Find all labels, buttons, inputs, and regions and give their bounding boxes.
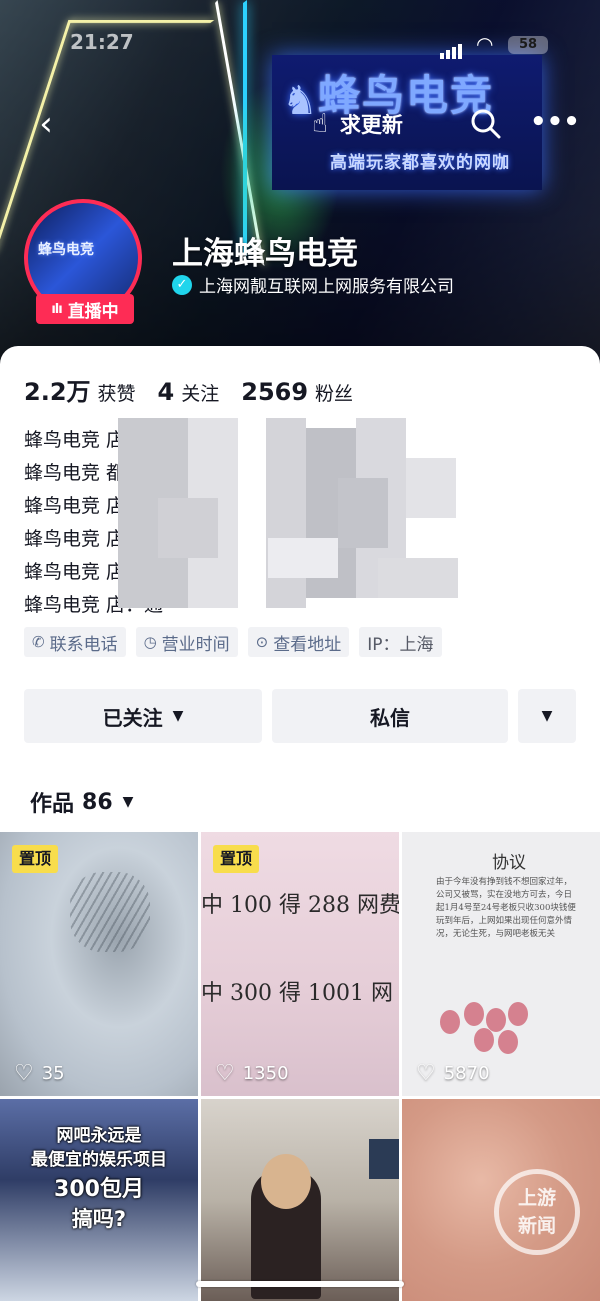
fingerprint-mark [508,1002,528,1026]
video-likes: ♡ 5870 [416,1061,490,1086]
works-tab[interactable]: 作品 86 ▼ [30,786,133,818]
video-thumbnail[interactable] [201,1099,399,1301]
caret-down-icon: ▼ [541,708,553,724]
verified-check-icon: ✓ [172,274,192,295]
thumbnail-image [70,872,150,952]
contact-phone-tag[interactable]: ✆ 联系电话 [24,627,126,657]
video-likes-count: 1350 [242,1063,289,1084]
pinned-badge: 置顶 [213,845,260,873]
watermark-text: 新闻 [517,1215,556,1237]
person-head-image [261,1154,311,1209]
video-thumbnail[interactable]: 网吧永远是 最便宜的娱乐项目 300包月 搞吗? [0,1099,198,1301]
video-thumbnail[interactable]: 中 100 得 288 网费 中 300 得 1001 网 置顶 ♡ 1350 [201,832,399,1096]
thumbnail-text: 中 300 得 1001 网 [201,981,393,1006]
source-watermark: 上游 新闻 [494,1169,580,1255]
watermark-text: 上游 [517,1187,556,1209]
following-label: 已关注 [102,705,163,730]
business-hours-label: 营业时间 [161,634,230,655]
document-body: 由于今年没有挣到钱不想回家过年，公司又被骂，实在没地方可去，今日起1月4号至24… [436,877,576,939]
stats-row: 2.2万 获赞 4 关注 2569 粉丝 [24,372,375,407]
pixelation-mosaic [118,418,458,608]
fingerprint-mark [464,1002,484,1026]
following-button[interactable]: 已关注 ▼ [24,689,262,743]
business-hours-tag[interactable]: ◷ 营业时间 [135,627,238,657]
caret-down-icon: ▼ [172,708,184,724]
ip-location-label: IP：上海 [367,634,434,655]
phone-icon: ✆ [32,633,45,651]
clock-icon: ◷ [143,633,157,651]
video-likes: ♡ 1350 [215,1061,289,1086]
action-buttons: 已关注 ▼ 私信 ▼ [24,689,576,743]
live-bars-icon: ılı [51,301,62,317]
contact-phone-label: 联系电话 [49,634,118,655]
fingerprint-mark [440,1010,460,1034]
following-label: 关注 [181,383,220,405]
info-tags: ✆ 联系电话 ◷ 营业时间 ⊙ 查看地址 IP：上海 [24,627,452,657]
fingerprint-mark [498,1030,518,1054]
thumbnail-caption: 最便宜的娱乐项目 [31,1150,167,1170]
ip-location-tag: IP：上海 [359,627,442,657]
heart-icon: ♡ [416,1061,436,1086]
monitor-image [369,1139,399,1179]
followers-label: 粉丝 [315,383,354,405]
thumbnail-caption: 搞吗? [71,1207,127,1231]
thumbnail-text: 中 100 得 288 网费 [201,893,399,918]
pinned-badge: 置顶 [12,845,59,873]
location-pin-icon: ⊙ [255,633,269,651]
video-thumbnail[interactable]: 协议 由于今年没有挣到钱不想回家过年，公司又被骂，实在没地方可去，今日起1月4号… [402,832,600,1096]
thumbnail-caption: 网吧永远是 [56,1126,142,1146]
works-label: 作品 [30,792,75,817]
caret-down-icon: ▼ [122,794,134,810]
profile-name: 上海蜂鸟电竞 [172,236,358,272]
message-button[interactable]: 私信 [272,689,508,743]
heart-icon: ♡ [215,1061,235,1086]
verification-row: ✓ 上海网靓互联网上网服务有限公司 [172,272,454,297]
thumbnail-caption: 300包月 [54,1177,144,1202]
works-count: 86 [82,789,113,815]
video-thumbnail[interactable]: 上游 新闻 [402,1099,600,1301]
video-likes-count: 35 [41,1063,65,1084]
status-time: 21:27 [70,30,134,54]
following-count[interactable]: 4 [158,378,175,406]
view-address-tag[interactable]: ⊙ 查看地址 [247,627,350,657]
message-label: 私信 [370,705,410,730]
followers-count[interactable]: 2569 [241,378,308,406]
live-label: 直播中 [67,301,119,322]
video-thumbnail[interactable]: 置顶 ♡ 35 [0,832,198,1096]
live-badge[interactable]: ılı 直播中 [36,294,134,324]
request-update-label: 求更新 [339,113,403,137]
likes-label: 获赞 [97,383,136,405]
fingerprint-mark [486,1008,506,1032]
likes-count[interactable]: 2.2万 [24,372,91,407]
fingerprint-mark [474,1028,494,1052]
video-likes-count: 5870 [443,1063,490,1084]
view-address-label: 查看地址 [273,634,342,655]
document-title: 协议 [492,853,526,873]
wifi-icon: ◠ [476,32,494,56]
store-sign-subtitle: 高端玩家都喜欢的网咖 [330,153,510,173]
more-actions-button[interactable]: ▼ [518,689,576,743]
battery-indicator: 58 [508,36,548,54]
heart-icon: ♡ [14,1061,34,1086]
more-options-icon[interactable]: ••• [530,106,580,142]
search-icon[interactable] [468,106,504,142]
signal-icon [440,40,464,59]
video-likes: ♡ 35 [14,1061,65,1086]
avatar-text: 蜂鸟电竞 [38,242,94,258]
home-indicator[interactable] [196,1281,404,1287]
back-icon[interactable]: ‹ [28,106,64,142]
request-update-button[interactable]: ☝ 求更新 [312,106,403,142]
verified-company: 上海网靓互联网上网服务有限公司 [199,277,454,297]
pointing-hand-icon: ☝ [312,109,328,139]
